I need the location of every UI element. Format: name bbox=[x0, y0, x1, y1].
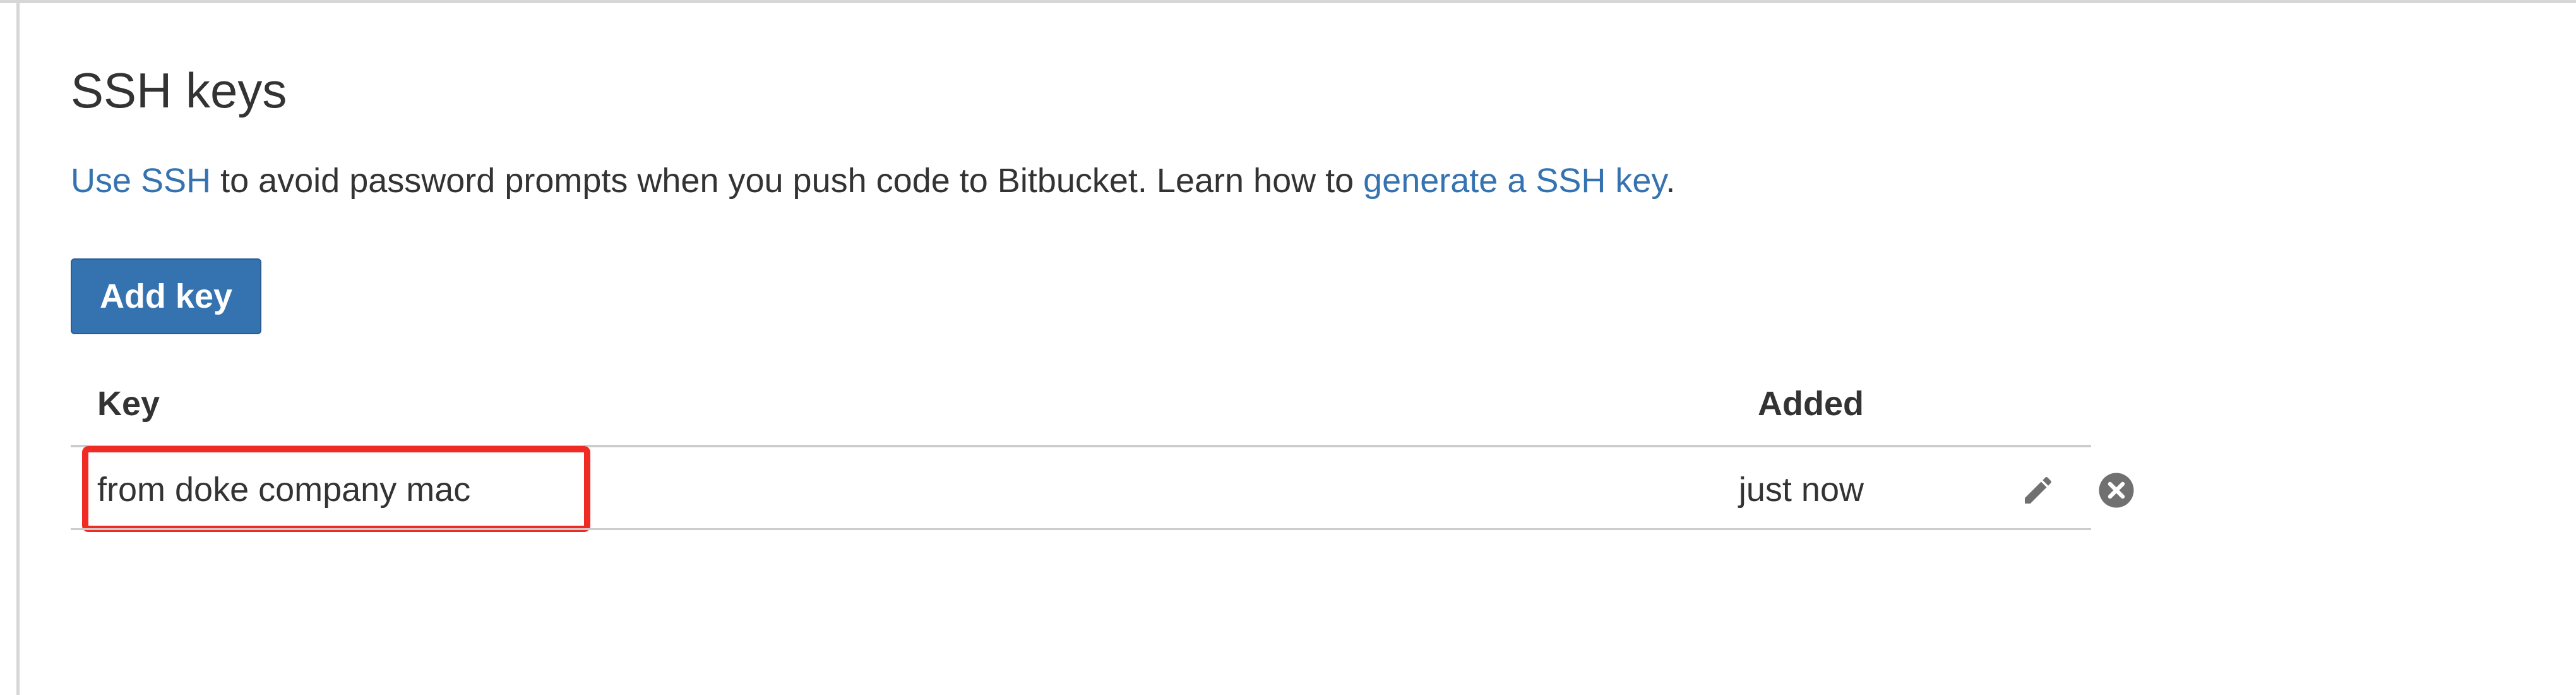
column-header-added: Added bbox=[1758, 385, 1864, 423]
table-row: from doke company mac just now bbox=[71, 446, 2134, 532]
column-header-key: Key bbox=[97, 385, 160, 423]
generate-ssh-key-link[interactable]: generate a SSH key bbox=[1363, 162, 1666, 200]
page-title: SSH keys bbox=[71, 63, 287, 118]
intro-middle-text: to avoid password prompts when you push … bbox=[211, 162, 1364, 200]
key-added-time: just now bbox=[1738, 471, 1864, 509]
row-divider bbox=[71, 528, 2091, 530]
page-frame: SSH keys Use SSH to avoid password promp… bbox=[0, 0, 2576, 695]
left-divider bbox=[16, 3, 20, 695]
key-label: from doke company mac bbox=[97, 471, 471, 509]
intro-end-text: . bbox=[1666, 162, 1676, 200]
close-circle-icon[interactable] bbox=[2097, 471, 2135, 509]
use-ssh-link[interactable]: Use SSH bbox=[71, 162, 211, 200]
intro-text: Use SSH to avoid password prompts when y… bbox=[71, 164, 1675, 198]
top-divider bbox=[0, 0, 2576, 3]
pencil-icon[interactable] bbox=[2020, 473, 2056, 508]
add-key-button[interactable]: Add key bbox=[71, 258, 261, 334]
